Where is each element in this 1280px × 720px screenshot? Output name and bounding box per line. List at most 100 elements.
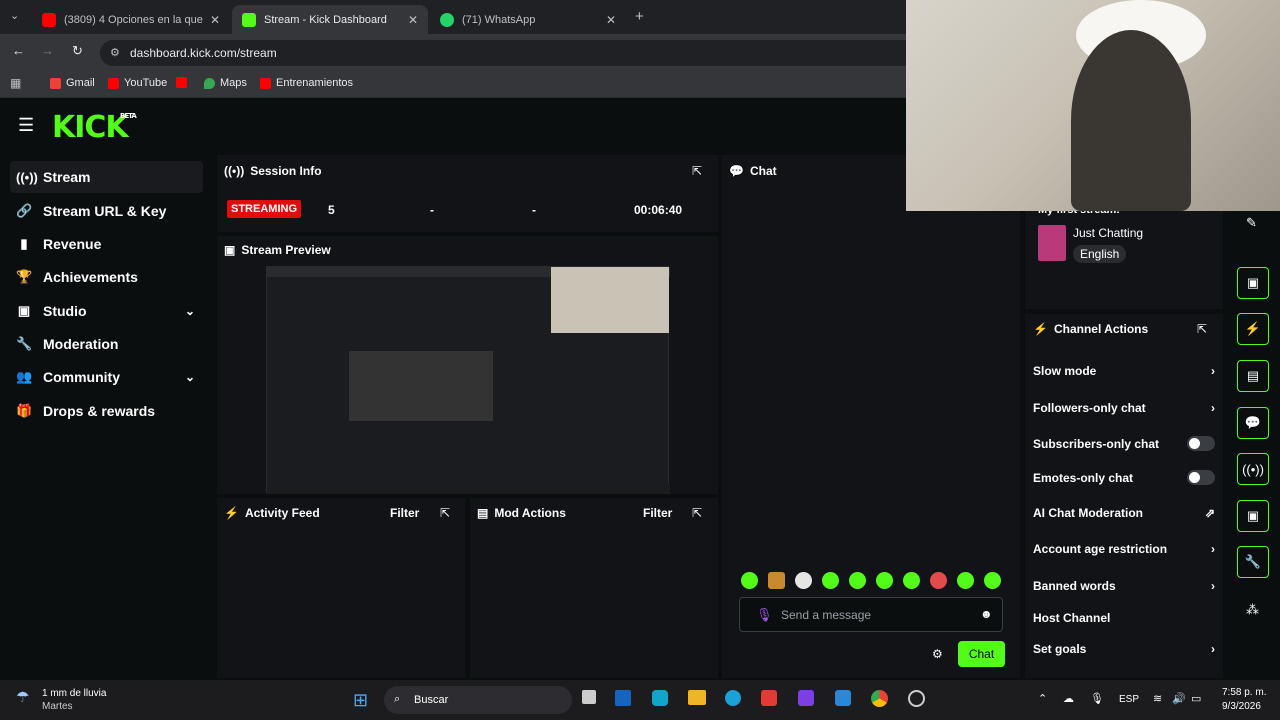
popout-icon[interactable]: ⇱ [440,506,450,520]
weather-text[interactable]: 1 mm de lluvia [42,688,106,699]
chat-header: 💬 Chat [729,164,777,178]
chat-settings-gear-icon[interactable]: ⚙ [932,647,943,661]
volume-icon[interactable]: 🔊 [1172,692,1186,705]
emote-icon[interactable] [795,572,812,589]
tab-title: (3809) 4 Opciones en la que pu [64,13,204,26]
site-info-icon[interactable]: ⚙ [110,40,120,66]
close-tab-icon[interactable]: ✕ [606,13,616,27]
new-tab-button[interactable]: + [635,8,644,25]
followers-only-chat-action[interactable]: Followers-only chat › [1033,401,1215,415]
apps-grid-icon[interactable]: ▦ [10,76,21,90]
emote-icon[interactable] [984,572,1001,589]
popout-icon[interactable]: ⇱ [692,164,702,178]
tab-youtube[interactable]: (3809) 4 Opciones en la que pu ✕ [32,5,230,34]
rail-studio-icon[interactable]: ▣ [1237,500,1269,532]
bookmark-youtube[interactable]: YouTube [108,77,167,89]
language-indicator[interactable]: ESP [1119,694,1139,705]
kick-logo[interactable]: KICK BETA [52,110,137,145]
obs-icon[interactable] [908,690,925,707]
wps-icon[interactable] [761,690,777,706]
wifi-icon[interactable]: ≋ [1153,692,1162,705]
mod-filter-button[interactable]: Filter [643,506,672,520]
copilot-icon[interactable] [652,690,668,706]
session-stat-2: - [430,203,434,217]
file-explorer-icon[interactable] [688,690,706,705]
rail-lightning-icon[interactable]: ⚡ [1237,313,1269,345]
chevron-right-icon: › [1211,401,1215,415]
emotes-only-toggle[interactable] [1187,470,1215,485]
microphone-icon[interactable]: 🎙 [1090,692,1104,705]
subscribers-only-toggle[interactable] [1187,436,1215,451]
emote-icon[interactable] [849,572,866,589]
rail-screen-icon[interactable]: ▣ [1237,267,1269,299]
set-goals-action[interactable]: Set goals › [1033,642,1215,656]
sidebar-item-stream[interactable]: ((•)) Stream [10,161,203,193]
clock-date[interactable]: 9/3/2026 [1222,701,1261,712]
bookmark-entrenamientos[interactable]: Entrenamientos [260,77,353,89]
emote-icon[interactable] [768,572,785,589]
banned-words-action[interactable]: Banned words › [1033,579,1215,593]
edge-icon[interactable] [725,690,741,706]
emote-icon[interactable] [741,572,758,589]
sidebar-item-stream-url-key[interactable]: 🔗 Stream URL & Key [10,195,203,227]
close-tab-icon[interactable]: ✕ [408,13,418,27]
taskbar-search-box[interactable]: ⌕ Buscar [384,686,572,714]
sidebar-item-achievements[interactable]: 🏆 Achievements [10,261,203,293]
visual-studio-icon[interactable] [798,690,814,706]
forward-arrow-icon[interactable]: → [41,43,54,58]
rail-chat-icon[interactable]: 💬 [1237,407,1269,439]
emote-icon[interactable] [930,572,947,589]
bookmark-gmail[interactable]: Gmail [50,77,95,89]
edit-pencil-icon[interactable]: ✎ [1246,215,1257,231]
tab-kick-dashboard[interactable]: Stream - Kick Dashboard ✕ [232,5,428,34]
chat-input[interactable]: 🎙 Send a message ☻ [739,597,1003,632]
sidebar-item-revenue[interactable]: ▮ Revenue [10,228,203,260]
send-chat-button[interactable]: Chat [958,641,1005,667]
sidebar-item-studio[interactable]: ▣ Studio ⌄ [10,295,203,327]
tab-whatsapp[interactable]: (71) WhatsApp ✕ [430,5,626,34]
emote-icon[interactable] [957,572,974,589]
emote-icon[interactable] [903,572,920,589]
onedrive-icon[interactable]: ☁ [1063,692,1074,705]
ai-chat-moderation-action[interactable]: AI Chat Moderation ⇗ [1033,506,1215,520]
external-link-icon: ⇗ [1204,506,1215,520]
reload-icon[interactable]: ↻ [72,43,83,59]
bookmark-maps[interactable]: Maps [204,77,247,89]
rail-wrench-icon[interactable]: 🔧 [1237,546,1269,578]
microphone-icon[interactable]: 🎙 [756,607,773,623]
tab-search-icon[interactable]: ⌄ [10,9,19,22]
battery-icon[interactable]: ▭ [1191,692,1201,705]
popout-icon[interactable]: ⇱ [692,506,702,520]
stream-preview-video[interactable] [266,266,670,494]
wrench-icon: 🔧 [16,336,33,351]
hamburger-menu-icon[interactable]: ☰ [18,115,34,136]
windows-start-icon[interactable]: ⊞ [353,690,368,711]
bookmark-red[interactable] [176,77,187,88]
rail-clipboard-icon[interactable]: ▤ [1237,360,1269,392]
task-view-icon[interactable] [582,690,596,704]
chevron-up-icon[interactable]: ⌃ [1038,692,1047,705]
account-age-restriction-action[interactable]: Account age restriction › [1033,542,1215,556]
chrome-icon[interactable] [871,690,888,707]
host-channel-action[interactable]: Host Channel [1033,611,1215,625]
app-icon[interactable] [835,690,851,706]
sidebar-item-community[interactable]: 👥 Community ⌄ [10,361,203,393]
emote-icon[interactable] [876,572,893,589]
back-arrow-icon[interactable]: ← [12,43,25,58]
emote-icon[interactable] [822,572,839,589]
close-tab-icon[interactable]: ✕ [210,13,220,27]
sidebar-item-moderation[interactable]: 🔧 Moderation [10,328,203,360]
sidebar: ((•)) Stream 🔗 Stream URL & Key ▮ Revenue 🏆… [0,152,212,678]
youtube-favicon-icon [42,12,56,27]
slow-mode-action[interactable]: Slow mode › [1033,364,1215,378]
community-icon[interactable]: ⁂ [1246,602,1259,618]
activity-filter-button[interactable]: Filter [390,506,419,520]
category-thumbnail [1038,225,1066,261]
emoji-icon[interactable]: ☻ [980,607,993,621]
popout-icon[interactable]: ⇱ [1197,322,1207,336]
clock-time[interactable]: 7:58 p. m. [1222,687,1266,698]
webcam-person [1071,30,1191,211]
sidebar-item-drops-rewards[interactable]: 🎁 Drops & rewards [10,395,203,427]
rail-broadcast-icon[interactable]: ((•)) [1237,453,1269,485]
store-icon[interactable] [615,690,631,706]
